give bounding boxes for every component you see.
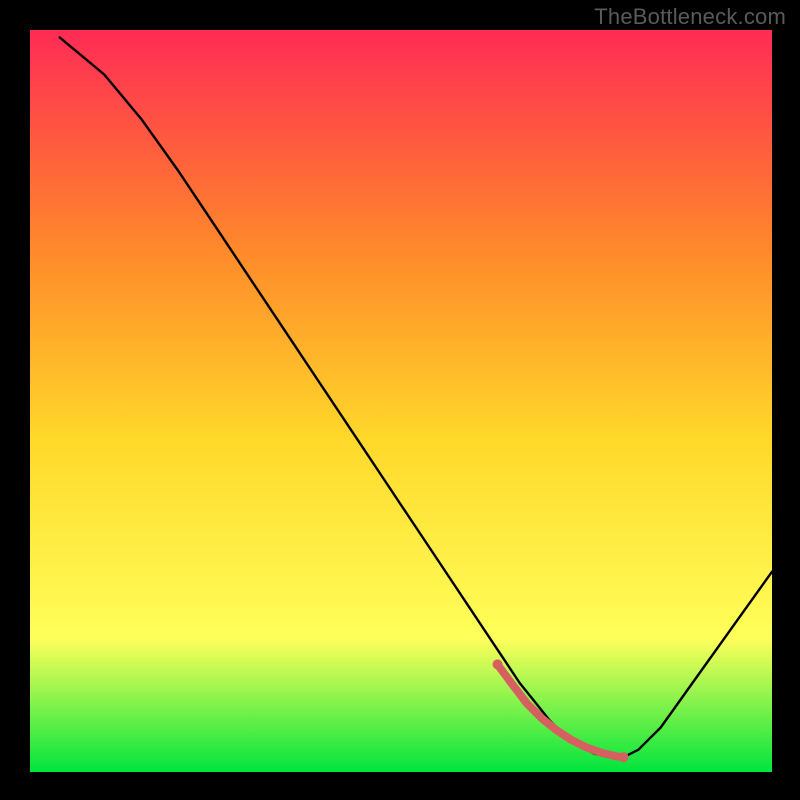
watermark-text: TheBottleneck.com	[594, 4, 786, 30]
bottleneck-chart	[0, 0, 800, 800]
plot-background	[30, 30, 772, 772]
endpoint-dot	[619, 752, 629, 762]
endpoint-dot	[493, 659, 503, 669]
